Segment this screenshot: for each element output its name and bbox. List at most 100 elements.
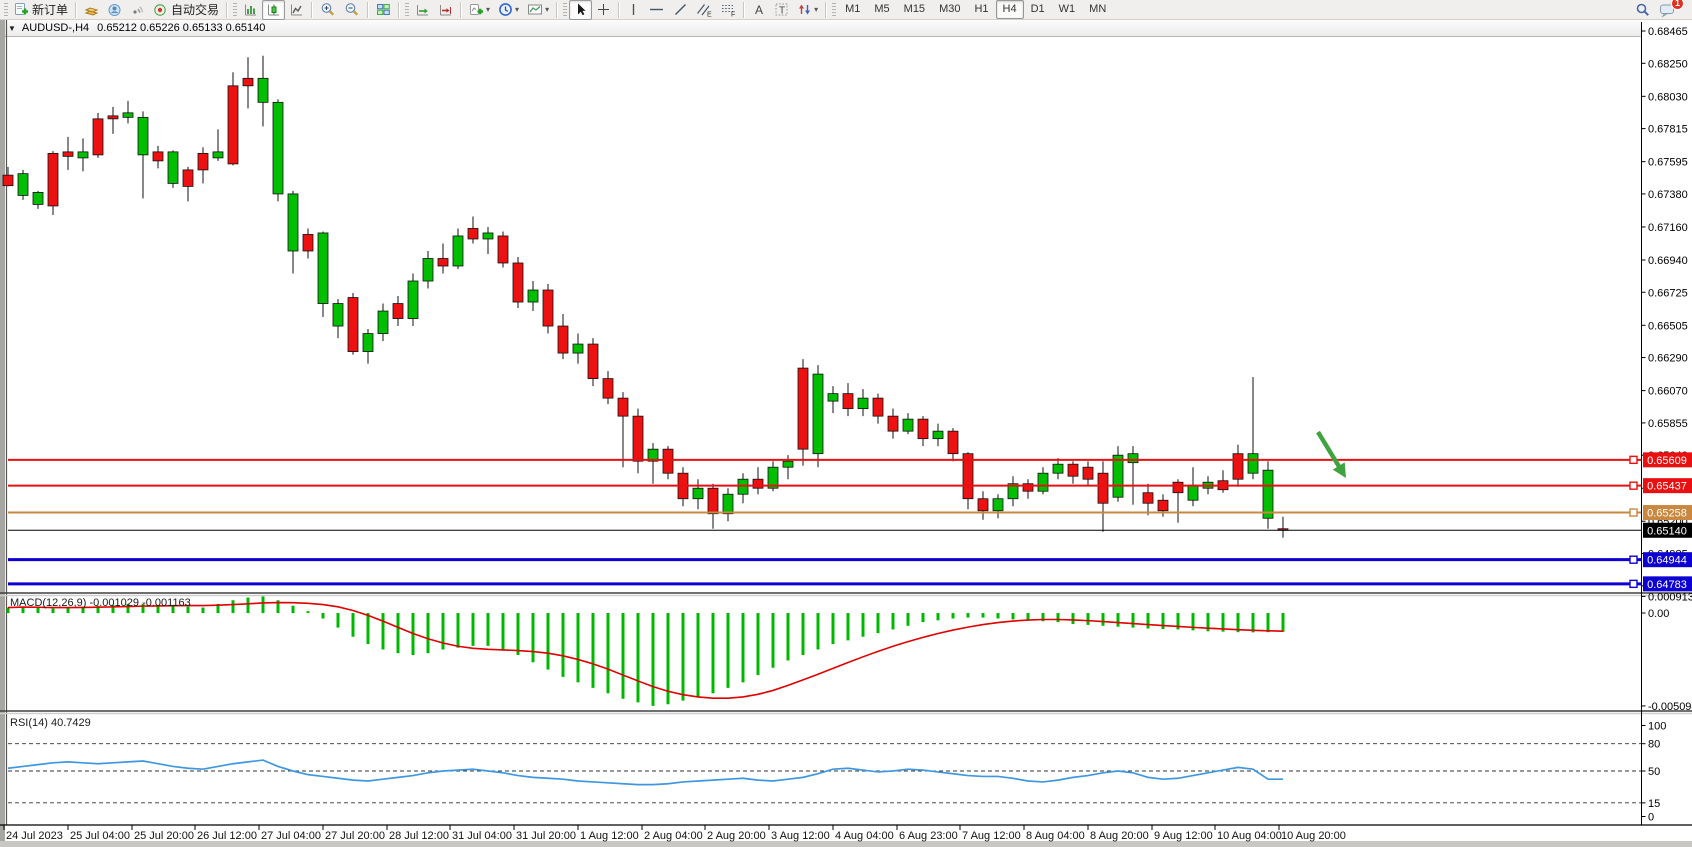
- svg-text:A: A: [755, 3, 763, 17]
- candle: [663, 449, 673, 473]
- price-tick-label: 0.66070: [1648, 386, 1688, 398]
- horizontal-line-button[interactable]: [644, 0, 669, 20]
- fibonacci-icon: F: [720, 2, 736, 17]
- tile-windows-button[interactable]: [372, 0, 395, 20]
- timeframe-mn-button[interactable]: MN: [1082, 0, 1113, 19]
- chevron-down-icon: ▾: [814, 5, 818, 14]
- timeframe-m15-button[interactable]: M15: [897, 0, 932, 19]
- candle: [18, 174, 28, 196]
- candle: [273, 102, 283, 194]
- candle: [33, 192, 43, 204]
- line-chart-button[interactable]: [285, 0, 308, 20]
- timeframe-d1-button[interactable]: D1: [1024, 0, 1052, 19]
- cursor-button[interactable]: [569, 0, 592, 20]
- rsi-tick-label: 15: [1648, 798, 1660, 810]
- candle: [618, 398, 628, 416]
- price-tick-label: 0.66940: [1648, 255, 1688, 267]
- toolbar-grip: [233, 3, 237, 17]
- candle: [408, 281, 418, 319]
- chart-shift-icon: [438, 2, 453, 17]
- candle: [3, 175, 13, 186]
- line-handle[interactable]: [1630, 556, 1637, 563]
- line-handle[interactable]: [1630, 580, 1637, 587]
- candle: [393, 304, 403, 319]
- candlestick-chart-button[interactable]: [262, 0, 285, 20]
- toolbar-grip: [4, 3, 8, 17]
- tile-windows-icon: [376, 2, 391, 17]
- zoom-in-button[interactable]: [316, 0, 340, 20]
- auto-trading-button[interactable]: 自动交易: [149, 0, 223, 20]
- svg-text:T: T: [779, 6, 785, 17]
- line-handle[interactable]: [1630, 509, 1637, 516]
- timeframe-m1-button[interactable]: M1: [838, 0, 867, 19]
- time-label: 31 Jul 20:00: [516, 830, 576, 842]
- fibonacci-button[interactable]: F: [716, 0, 740, 20]
- toolbar-separator: [75, 2, 77, 18]
- crosshair-button[interactable]: [592, 0, 615, 20]
- rsi-indicator-label: RSI(14) 40.7429: [10, 717, 91, 729]
- text-label-button[interactable]: T: [770, 0, 793, 20]
- toolbar-separator: [743, 2, 745, 18]
- new-order-button[interactable]: 新订单: [10, 0, 72, 20]
- price-tick-label: 0.66505: [1648, 320, 1688, 332]
- signal-button[interactable]: [126, 0, 149, 20]
- text-button[interactable]: A: [748, 0, 770, 20]
- equidistant-channel-icon: E: [696, 2, 712, 17]
- search-button[interactable]: [1631, 0, 1655, 20]
- time-label: 7 Aug 12:00: [962, 830, 1021, 842]
- indicators-button[interactable]: ▾: [465, 0, 494, 20]
- text-label-icon: T: [774, 2, 789, 17]
- auto-scroll-button[interactable]: [411, 0, 434, 20]
- candle: [693, 488, 703, 499]
- trendline-button[interactable]: [669, 0, 692, 20]
- timeframe-w1-button[interactable]: W1: [1052, 0, 1083, 19]
- timeframe-m30-button[interactable]: M30: [932, 0, 967, 19]
- time-label: 28 Jul 12:00: [389, 830, 449, 842]
- line-handle[interactable]: [1630, 456, 1637, 463]
- candle: [108, 116, 118, 119]
- chat-button[interactable]: 1: [1655, 0, 1680, 20]
- timeframe-h4-button[interactable]: H4: [996, 0, 1024, 19]
- arrows-button[interactable]: ▾: [793, 0, 822, 20]
- price-level-badge-label: 0.64783: [1647, 579, 1687, 591]
- chart-shift-button[interactable]: [434, 0, 457, 20]
- svg-text:E: E: [707, 12, 712, 18]
- candle: [1173, 482, 1183, 493]
- zoom-out-button[interactable]: [340, 0, 364, 20]
- candle: [993, 499, 1003, 511]
- market-watch-button[interactable]: [80, 0, 103, 20]
- rsi-tick-label: 100: [1648, 721, 1666, 733]
- candle: [738, 479, 748, 494]
- profile-button[interactable]: [103, 0, 126, 20]
- chart-canvas[interactable]: 0.684650.682500.680300.678150.675950.673…: [0, 20, 1692, 847]
- candle: [588, 344, 598, 379]
- candle: [78, 152, 88, 158]
- time-label: 25 Jul 20:00: [134, 830, 194, 842]
- auto-trading-icon: [153, 2, 168, 17]
- toolbar-separator: [460, 2, 462, 18]
- candle: [468, 228, 478, 239]
- vertical-line-button[interactable]: [623, 0, 644, 20]
- price-level-badge-label: 0.65258: [1647, 508, 1687, 520]
- timeframe-m5-button[interactable]: M5: [867, 0, 896, 19]
- templates-button[interactable]: ▾: [523, 0, 553, 20]
- candle: [948, 431, 958, 454]
- market-watch-icon: [84, 2, 99, 17]
- signal-icon: [130, 2, 145, 17]
- arrow-annotation[interactable]: [1318, 432, 1340, 468]
- zoom-out-icon: [344, 2, 360, 17]
- candle: [543, 290, 553, 326]
- candle: [258, 78, 268, 102]
- candle: [228, 86, 238, 164]
- candle: [873, 398, 883, 416]
- time-label: 31 Jul 04:00: [452, 830, 512, 842]
- bar-chart-button[interactable]: [239, 0, 262, 20]
- time-label: 24 Jul 2023: [6, 830, 63, 842]
- candle: [978, 499, 988, 511]
- time-label: 6 Aug 23:00: [899, 830, 958, 842]
- line-handle[interactable]: [1630, 482, 1637, 489]
- timeframe-h1-button[interactable]: H1: [967, 0, 995, 19]
- periods-button[interactable]: ▾: [494, 0, 523, 20]
- equidistant-channel-button[interactable]: E: [692, 0, 716, 20]
- candle: [318, 233, 328, 304]
